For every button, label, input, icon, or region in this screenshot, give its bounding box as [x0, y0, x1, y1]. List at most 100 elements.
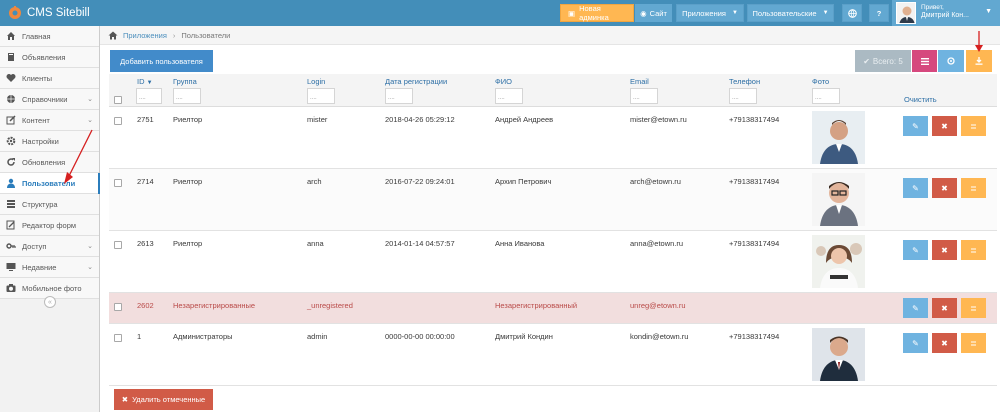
clear-filters-link[interactable]: Очистить: [904, 95, 937, 104]
row-checkbox[interactable]: [114, 179, 122, 187]
sidebar-item-form-editor[interactable]: Редактор форм: [0, 215, 99, 236]
details-button[interactable]: ≣: [961, 178, 986, 198]
column-header-email[interactable]: Email: [630, 77, 649, 86]
cell-login: _unregistered: [307, 301, 353, 310]
fio-filter-input[interactable]: ....: [495, 88, 523, 104]
select-all-checkbox[interactable]: [114, 96, 122, 104]
close-icon: ✖: [941, 338, 948, 348]
cell-group: Риелтор: [173, 177, 203, 186]
sidebar-item-access[interactable]: Доступ ⌄: [0, 236, 99, 257]
column-header-login[interactable]: Login: [307, 77, 325, 86]
sidebar-item-label: Мобильное фото: [22, 283, 82, 293]
sidebar-item-label: Объявления: [22, 52, 66, 62]
sidebar-item-label: Доступ: [22, 241, 47, 251]
chevron-down-icon: ⌄: [87, 243, 93, 250]
reg-date-filter-input[interactable]: ....: [385, 88, 413, 104]
column-header-fio[interactable]: ФИО: [495, 77, 512, 86]
photo-filter-input[interactable]: ....: [812, 88, 840, 104]
new-admin-button[interactable]: ▣ Новая админка: [560, 4, 634, 22]
apps-dropdown[interactable]: Приложения ▼: [676, 4, 744, 22]
details-button[interactable]: ≣: [961, 116, 986, 136]
edit-button[interactable]: ✎: [903, 116, 928, 136]
refresh-icon: [6, 157, 16, 167]
breadcrumb-link-apps[interactable]: Приложения: [123, 31, 167, 40]
email-filter-input[interactable]: ....: [630, 88, 658, 104]
close-icon: ✖: [941, 183, 948, 193]
chevron-down-icon: ⌄: [87, 264, 93, 271]
heart-icon: [6, 73, 16, 83]
delete-button[interactable]: ✖: [932, 333, 957, 353]
sidebar-collapse-button[interactable]: «: [44, 296, 56, 308]
details-button[interactable]: ≣: [961, 240, 986, 260]
column-header-photo[interactable]: Фото: [812, 77, 829, 86]
delete-button[interactable]: ✖: [932, 178, 957, 198]
pencil-icon: ✎: [912, 303, 919, 313]
pencil-icon: ✎: [912, 121, 919, 131]
group-filter-input[interactable]: ....: [173, 88, 201, 104]
download-icon: [975, 57, 983, 65]
delete-selected-button[interactable]: ✖ Удалить отмеченные: [114, 389, 213, 410]
sidebar-item-listings[interactable]: Объявления: [0, 47, 99, 68]
row-checkbox[interactable]: [114, 241, 122, 249]
cell-email: arch@etown.ru: [630, 177, 681, 186]
column-header-group[interactable]: Группа: [173, 77, 197, 86]
user-photo: [812, 111, 865, 164]
user-menu[interactable]: Привет, Дмитрий Кон... ▼: [892, 0, 1000, 26]
id-filter-input[interactable]: ....: [136, 88, 162, 104]
app-title: CMS Sitebill: [27, 7, 90, 19]
home-icon[interactable]: [108, 31, 118, 40]
user-name: Дмитрий Кон...: [921, 12, 969, 19]
new-admin-label: Новая админка: [579, 4, 609, 22]
delete-button[interactable]: ✖: [932, 240, 957, 260]
user-greeting: Привет,: [921, 4, 944, 11]
row-checkbox[interactable]: [114, 117, 122, 125]
column-header-id[interactable]: ID ▼: [137, 77, 153, 86]
list-icon: [920, 57, 929, 65]
brand[interactable]: CMS Sitebill: [8, 5, 90, 21]
sidebar-item-recent[interactable]: Недавние ⌄: [0, 257, 99, 278]
cell-group: Незарегистрированные: [173, 301, 256, 310]
sidebar-item-structure[interactable]: Структура: [0, 194, 99, 215]
globe-icon: [847, 8, 857, 18]
sidebar-item-references[interactable]: Справочники ⌄: [0, 89, 99, 110]
edit-button[interactable]: ✎: [903, 298, 928, 318]
row-checkbox[interactable]: [114, 334, 122, 342]
annotation-arrow-icon: [975, 31, 983, 52]
list-icon: ≣: [970, 183, 977, 193]
login-filter-input[interactable]: ....: [307, 88, 335, 104]
pencil-icon: ✎: [912, 338, 919, 348]
column-header-phone[interactable]: Телефон: [729, 77, 760, 86]
details-button[interactable]: ≣: [961, 298, 986, 318]
delete-button[interactable]: ✖: [932, 298, 957, 318]
sidebar-item-clients[interactable]: Клиенты: [0, 68, 99, 89]
table-row: 1 Администраторы admin 0000-00-00 00:00:…: [109, 324, 997, 386]
sort-desc-icon: ▼: [146, 80, 153, 86]
cell-phone: +79138317494: [729, 115, 780, 124]
edit-button[interactable]: ✎: [903, 333, 928, 353]
help-button[interactable]: ?: [869, 4, 889, 22]
show-all-button[interactable]: ✔ Всего: 5: [855, 50, 911, 72]
add-user-button[interactable]: Добавить пользователя: [110, 50, 213, 72]
user-photo: [812, 173, 865, 226]
edit-button[interactable]: ✎: [903, 240, 928, 260]
delete-button[interactable]: ✖: [932, 116, 957, 136]
cell-email: unreg@etown.ru: [630, 301, 686, 310]
close-icon: ✖: [121, 395, 129, 404]
details-button[interactable]: ≣: [961, 333, 986, 353]
chevron-down-icon: ⌄: [87, 117, 93, 124]
column-header-reg-date[interactable]: Дата регистрации: [385, 77, 447, 86]
edit-button[interactable]: ✎: [903, 178, 928, 198]
phone-filter-input[interactable]: ....: [729, 88, 757, 104]
cell-email: anna@etown.ru: [630, 239, 684, 248]
show-all-label: Всего: 5: [872, 56, 903, 66]
close-icon: ✖: [941, 303, 948, 313]
user-apps-dropdown[interactable]: Пользовательские ▼: [747, 4, 834, 22]
list-view-button[interactable]: [912, 50, 937, 72]
site-button[interactable]: ◉ Сайт: [635, 4, 672, 22]
globe-icon: [6, 94, 16, 104]
row-checkbox[interactable]: [114, 303, 122, 311]
sidebar-item-home[interactable]: Главная: [0, 26, 99, 47]
settings-view-button[interactable]: [938, 50, 964, 72]
globe-button[interactable]: [842, 4, 862, 22]
sidebar-item-label: Структура: [22, 199, 58, 209]
